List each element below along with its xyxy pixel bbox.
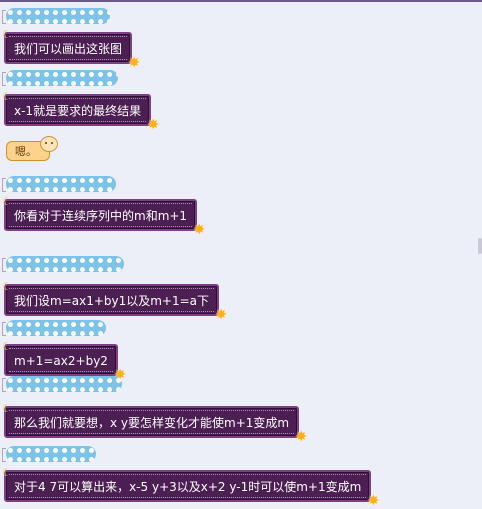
bracket-mark: [2, 178, 6, 192]
message-text: 你看对于连续序列中的m和m+1: [14, 209, 188, 223]
window-top-border: [0, 0, 482, 2]
sticker-message[interactable]: 嗯。: [6, 136, 58, 166]
crescent-moon-icon: ☾: [2, 195, 12, 208]
message-bubble[interactable]: ☾ 你看对于连续序列中的m和m+1 ✸: [2, 195, 205, 237]
sparkle-star-icon: ✸: [193, 222, 206, 238]
bracket-mark: [2, 72, 6, 86]
sparkle-star-icon: ✸: [147, 117, 160, 133]
message-text: 对于4 7可以算出来，x-5 y+3以及x+2 y-1时可以使m+1变成m: [14, 480, 362, 494]
bracket-mark: [2, 378, 6, 392]
scrollbar-thumb[interactable]: [478, 238, 482, 254]
message-text: 我们设m=ax1+by1以及m+1=a下: [14, 294, 210, 308]
sparkle-star-icon: ✸: [295, 429, 308, 445]
sender-name-masked: [6, 70, 118, 86]
crescent-moon-icon: ☾: [2, 28, 12, 41]
message-bubble[interactable]: ☾ 我们设m=ax1+by1以及m+1=a下 ✸: [2, 280, 227, 322]
sparkle-star-icon: ✸: [215, 307, 228, 323]
message-text: x-1就是要求的最终结果: [14, 104, 142, 118]
sender-name-masked: [6, 376, 122, 392]
bracket-mark: [2, 258, 6, 272]
message-text: 我们可以画出这张图: [14, 42, 123, 56]
message-bubble[interactable]: ☾ 那么我们就要想，x y要怎样变化才能使m+1变成m ✸: [2, 402, 307, 444]
message-text: m+1=ax2+by2: [14, 354, 108, 368]
crescent-moon-icon: ☾: [2, 340, 12, 353]
crescent-moon-icon: ☾: [2, 402, 12, 415]
bracket-mark: [2, 448, 6, 462]
message-bubble[interactable]: ☾ 对于4 7可以算出来，x-5 y+3以及x+2 y-1时可以使m+1变成m …: [2, 466, 379, 508]
sparkle-star-icon: ✸: [128, 55, 141, 71]
message-text: 那么我们就要想，x y要怎样变化才能使m+1变成m: [14, 416, 290, 430]
sticker-text: 嗯。: [15, 145, 37, 158]
cat-face-icon: [40, 136, 58, 152]
message-bubble[interactable]: ☾ x-1就是要求的最终结果 ✸: [2, 90, 159, 132]
crescent-moon-icon: ☾: [2, 280, 12, 293]
crescent-moon-icon: ☾: [2, 466, 12, 479]
sender-name-masked: [6, 446, 96, 462]
sender-name-masked: [6, 8, 110, 24]
crescent-moon-icon: ☾: [2, 90, 12, 103]
message-bubble[interactable]: ☾ 我们可以画出这张图 ✸: [2, 28, 140, 70]
bracket-mark: [2, 322, 6, 336]
sparkle-star-icon: ✸: [367, 493, 380, 509]
sender-name-masked: [6, 176, 116, 192]
bracket-mark: [2, 10, 6, 24]
sender-name-masked: [6, 320, 106, 336]
sender-name-masked: [6, 256, 124, 272]
message-bubble[interactable]: ☾ m+1=ax2+by2 ✸: [2, 340, 126, 382]
